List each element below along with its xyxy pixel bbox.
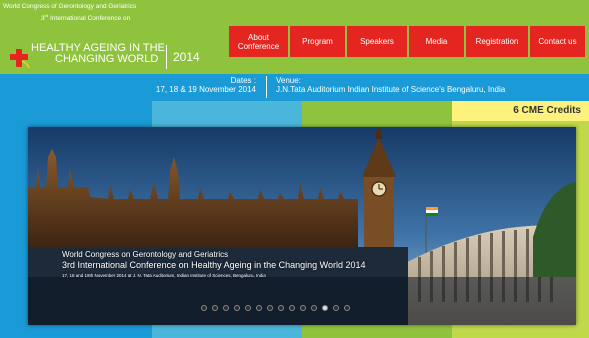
logo-line-2: 3rd International Conference on: [41, 13, 131, 23]
slide-dot[interactable]: [344, 305, 350, 311]
cme-credits-badge: 6 CME Credits: [452, 101, 589, 121]
slide-dot[interactable]: [289, 305, 295, 311]
hero-slideshow[interactable]: World Congress on Gerontology and Geriat…: [28, 127, 576, 325]
slide-dot[interactable]: [333, 305, 339, 311]
slide-dot[interactable]: [278, 305, 284, 311]
event-info-bar: Dates : 17, 18 & 19 November 2014 Venue:…: [0, 74, 589, 101]
slideshow-pagination: [201, 305, 350, 311]
site-header: World Congress of Gerontology and Geriat…: [0, 0, 589, 74]
venue-label: Venue:: [276, 76, 301, 85]
venue-value: J.N.Tata Auditorium Indian Institute of …: [276, 85, 506, 94]
banner-caption-line-1: World Congress on Gerontology and Geriat…: [62, 250, 229, 259]
slide-dot[interactable]: [300, 305, 306, 311]
slide-dot[interactable]: [267, 305, 273, 311]
slide-dot[interactable]: [245, 305, 251, 311]
logo-title-line-2: CHANGING WORLD: [55, 53, 159, 65]
slide-dot[interactable]: [223, 305, 229, 311]
conference-logo-title[interactable]: HEALTHY AGEING IN THE CHANGING WORLD: [31, 43, 165, 65]
logo-line-1: World Congress of Gerontology and Geriat…: [3, 3, 137, 10]
slide-dot[interactable]: [234, 305, 240, 311]
nav-contact-us[interactable]: Contact us: [530, 26, 585, 57]
banner-caption-line-2: 3rd International Conference on Healthy …: [62, 260, 366, 270]
conference-subtitle: World Congress of Gerontology and Geriat…: [3, 2, 136, 23]
banner-caption-line-3: 17, 18 and 19th November 2014 at J. N. T…: [62, 273, 266, 278]
logo-year: 2014: [166, 45, 206, 69]
logo-cross-icon: [10, 49, 30, 69]
hero-photo: [28, 127, 576, 325]
slide-dot[interactable]: [256, 305, 262, 311]
nav-media[interactable]: Media: [409, 26, 464, 57]
slide-dot[interactable]: [311, 305, 317, 311]
nav-speakers[interactable]: Speakers: [347, 26, 407, 57]
slide-dot[interactable]: [322, 305, 328, 311]
slide-dot[interactable]: [201, 305, 207, 311]
dates-label: Dates :: [230, 76, 256, 85]
nav-program[interactable]: Program: [290, 26, 345, 57]
nav-registration[interactable]: Registration: [466, 26, 528, 57]
slide-dot[interactable]: [212, 305, 218, 311]
info-divider: [266, 76, 267, 98]
dates-value: 17, 18 & 19 November 2014: [155, 85, 256, 94]
nav-about-conference[interactable]: About Conference: [229, 26, 288, 57]
